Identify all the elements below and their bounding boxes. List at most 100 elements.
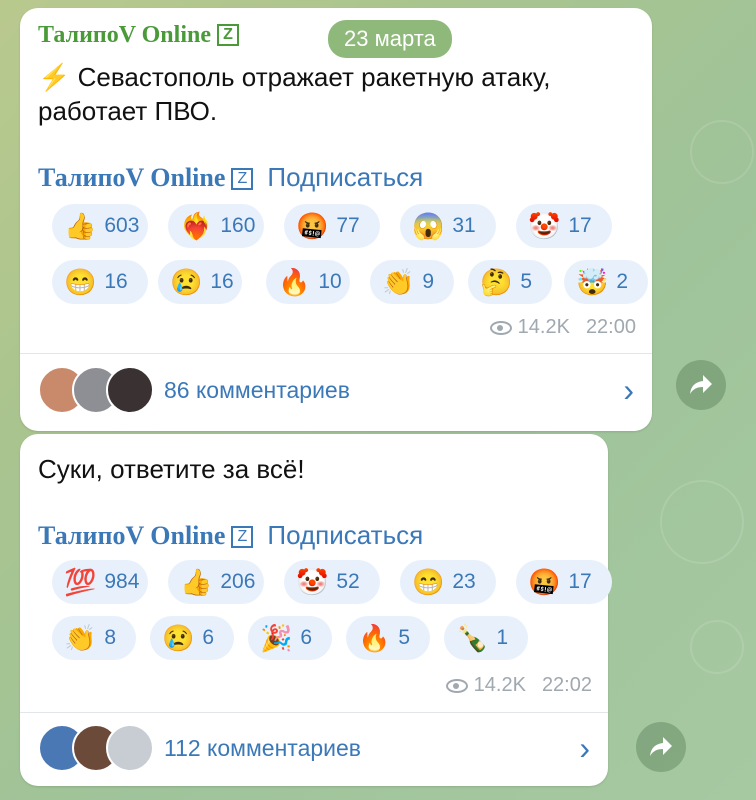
thumbs-up-icon: 👍 [180, 567, 213, 597]
reaction-count: 17 [568, 214, 592, 237]
share-arrow-icon [690, 375, 712, 394]
message-meta: 14.2K 22:02 [445, 674, 592, 697]
reaction-count: 16 [210, 270, 234, 293]
reaction-heart-on-fire[interactable]: ❤️‍🔥 160 [168, 204, 264, 248]
party-popper-icon: 🎉 [260, 623, 293, 653]
clapping-hands-icon: 👏 [382, 267, 415, 297]
reaction-count: 9 [422, 270, 435, 293]
subscribe-link[interactable]: Подписаться [267, 162, 423, 192]
reaction-exploding-head[interactable]: 🤯 2 [564, 260, 648, 304]
reaction-count: 206 [220, 570, 256, 593]
subscribe-channel-link[interactable]: ТалипоV Online [38, 521, 225, 550]
share-button[interactable] [636, 722, 686, 772]
channel-name[interactable]: ТалипоV Online Z [38, 22, 239, 49]
reaction-champagne-bottle[interactable]: 🍾 1 [444, 616, 528, 660]
reaction-grinning-face[interactable]: 😁 23 [400, 560, 496, 604]
channel-name-text: ТалипоV Online [38, 22, 211, 48]
subscribe-link[interactable]: Подписаться [267, 520, 423, 550]
reaction-count: 17 [568, 570, 592, 593]
reaction-thumbs-up[interactable]: 👍 206 [168, 560, 264, 604]
reaction-count: 31 [452, 214, 476, 237]
chevron-right-icon: › [623, 371, 634, 408]
grinning-face-icon: 😁 [64, 267, 97, 297]
commenter-avatars [38, 724, 154, 772]
chevron-right-icon: › [579, 729, 590, 766]
fire-icon: 🔥 [358, 623, 391, 653]
clown-face-icon: 🤡 [296, 567, 329, 597]
view-count: 14.2K [473, 674, 526, 696]
reaction-clown-face[interactable]: 🤡 52 [284, 560, 380, 604]
reaction-count: 603 [104, 214, 140, 237]
reaction-fire[interactable]: 🔥 5 [346, 616, 430, 660]
comments-link[interactable]: 86 комментариев › [38, 360, 634, 420]
crying-face-icon: 😢 [170, 267, 203, 297]
reaction-hundred-points[interactable]: 💯 984 [52, 560, 148, 604]
message-bubble[interactable]: ТалипоV Online Z 23 марта ⚡ Севастополь о… [20, 8, 652, 431]
reaction-count: 10 [318, 270, 342, 293]
divider [20, 353, 652, 354]
channel-badge: Z [217, 24, 239, 46]
background-pattern [690, 120, 754, 184]
reaction-grinning-face[interactable]: 😁 16 [52, 260, 148, 304]
reaction-count: 6 [202, 626, 215, 649]
champagne-bottle-icon: 🍾 [456, 623, 489, 653]
reaction-count: 6 [300, 626, 313, 649]
cursing-face-icon: 🤬 [296, 211, 329, 241]
message-time: 22:00 [585, 316, 636, 338]
reaction-crying-face[interactable]: 😢 16 [158, 260, 242, 304]
date-pill: 23 марта [328, 20, 452, 58]
message-text-line: работает ПВО. [38, 96, 218, 126]
reaction-fire[interactable]: 🔥 10 [266, 260, 350, 304]
reaction-count: 2 [616, 270, 629, 293]
view-count: 14.2K [517, 316, 570, 338]
fire-icon: 🔥 [278, 267, 311, 297]
reaction-thumbs-up[interactable]: 👍 603 [52, 204, 148, 248]
reaction-clown-face[interactable]: 🤡 17 [516, 204, 612, 248]
reaction-count: 77 [336, 214, 360, 237]
avatar [106, 366, 154, 414]
message-bubble[interactable]: Суки, ответите за всё! ТалипоV Online Z По… [20, 434, 612, 786]
avatar [106, 724, 154, 772]
comments-link[interactable]: 112 комментариев › [38, 718, 590, 778]
reaction-cursing-face[interactable]: 🤬 77 [284, 204, 380, 248]
reaction-count: 5 [398, 626, 411, 649]
comments-label: 86 комментариев [164, 376, 350, 403]
crying-face-icon: 😢 [162, 623, 195, 653]
reaction-party-popper[interactable]: 🎉 6 [248, 616, 332, 660]
comments-label: 112 комментариев [164, 734, 362, 761]
message-text-line: Севастополь отражает ракетную атаку, [77, 62, 551, 92]
reaction-clapping-hands[interactable]: 👏 9 [370, 260, 454, 304]
share-button[interactable] [676, 360, 726, 410]
reaction-count: 5 [520, 270, 533, 293]
thumbs-up-icon: 👍 [64, 211, 97, 241]
reaction-thinking-face[interactable]: 🤔 5 [468, 260, 552, 304]
channel-badge: Z [231, 526, 254, 548]
share-arrow-icon [650, 737, 672, 756]
reaction-crying-face[interactable]: 😢 6 [150, 616, 234, 660]
message-text: ⚡ Севастополь отражает ракетную атаку, р… [38, 60, 551, 128]
reaction-count: 160 [220, 214, 256, 237]
cursing-face-icon: 🤬 [528, 567, 561, 597]
exploding-head-icon: 🤯 [576, 267, 609, 297]
subscribe-line: ТалипоV Online Z Подписаться [38, 162, 423, 193]
background-pattern [660, 480, 744, 564]
channel-badge: Z [231, 168, 254, 190]
reaction-count: 8 [104, 626, 117, 649]
reaction-count: 984 [104, 570, 140, 593]
grinning-face-icon: 😁 [412, 567, 445, 597]
message-meta: 14.2K 22:00 [489, 316, 636, 339]
message-text: Суки, ответите за всё! [38, 452, 305, 486]
reaction-screaming-face[interactable]: 😱 31 [400, 204, 496, 248]
reaction-cursing-face[interactable]: 🤬 17 [516, 560, 612, 604]
reaction-count: 1 [496, 626, 509, 649]
clown-face-icon: 🤡 [528, 211, 561, 241]
heart-on-fire-icon: ❤️‍🔥 [180, 211, 213, 241]
eye-icon [445, 678, 468, 693]
reaction-clapping-hands[interactable]: 👏 8 [52, 616, 136, 660]
hundred-points-icon: 💯 [64, 567, 97, 597]
reaction-count: 23 [452, 570, 476, 593]
subscribe-channel-link[interactable]: ТалипоV Online [38, 163, 225, 192]
background-pattern [690, 620, 744, 674]
eye-icon [489, 320, 512, 335]
message-time: 22:02 [541, 674, 592, 696]
